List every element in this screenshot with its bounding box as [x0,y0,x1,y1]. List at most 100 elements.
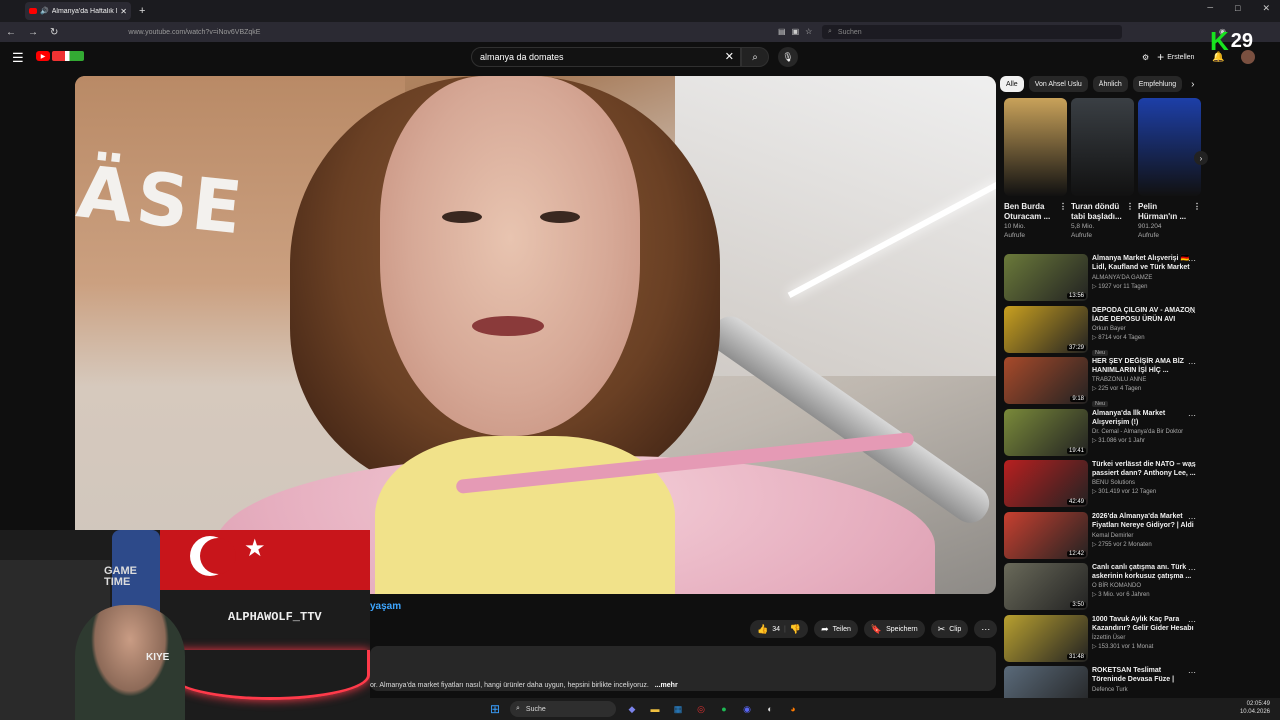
more-actions-button[interactable]: ⋯ [974,620,998,638]
thumbs-down-icon[interactable]: 👎 [790,624,801,635]
video-item-meta: ▷ 1927 vor 11 Tagen [1092,284,1148,290]
more-dots-icon[interactable]: ⋯ [1188,565,1196,574]
maximize-button[interactable]: □ [1235,3,1240,14]
chip-from-channel[interactable]: Von Ahsel Uslu [1028,76,1088,92]
short-item[interactable]: Turan döndü tabi başladı... ⋮ 5,8 Mio. Auf… [1071,98,1134,240]
list-item[interactable]: 37:29 DEPODA ÇILGIN AV - AMAZON İADE DEPO… [1004,305,1196,358]
gear-icon[interactable]: ⚙ [1142,53,1149,62]
more-dots-icon[interactable]: ⋯ [1188,668,1196,677]
more-dots-icon[interactable]: ⋮ [1059,202,1067,221]
more-dots-icon[interactable]: ⋯ [1188,359,1196,368]
list-item[interactable]: 31:48 1000 Tavuk Aylık Kaç Para Kazandırı… [1004,614,1196,667]
more-dots-icon[interactable]: ⋯ [1188,256,1196,265]
video-thumbnail [1004,666,1088,700]
close-window-button[interactable]: ✕ [1262,3,1270,14]
video-person-mouth [472,316,544,336]
clear-search-icon[interactable]: ✕ [725,50,734,63]
more-dots-icon[interactable]: ⋮ [1126,202,1134,221]
screenshot-icon[interactable]: ▣ [792,27,800,36]
video-info: Almanya Market Alışverişi 🇩🇪 Lidl, Kaufl… [1092,254,1196,306]
video-item-title: 2026'da Almanya'da Market Fiyatları Nere… [1092,512,1194,529]
taskbar-apps: ◆ ▬ ▦ ◎ ● ◉ ◐ ◕ [624,701,801,717]
video-item-meta: ▷ 301.419 vor 12 Tagen [1092,489,1157,496]
bookmark-star-icon[interactable]: ☆ [805,27,812,36]
short-item[interactable]: Ben Burda Oturacam ... ⋮ 10 Mio. Aufrufe [1004,98,1067,240]
video-player[interactable]: ÄSE [75,76,996,594]
list-item[interactable]: ROKETSAN Teslimat Töreninde Devasa Füze … [1004,666,1196,700]
reader-icon[interactable]: ▤ [778,27,786,36]
search-input[interactable]: almanya da domates ✕ [471,47,741,67]
search-icon: ⌕ [752,51,758,63]
chip-recommended[interactable]: Empfehlung [1132,76,1183,92]
video-item-meta: ▷ 225 vor 4 Tagen [1092,386,1142,393]
browser-tab[interactable]: 🔊 Almanya'da Haftalık Market ✕ [25,2,131,20]
video-title[interactable]: yaşam [370,601,401,612]
opera-icon[interactable]: ◎ [693,701,709,717]
list-item[interactable]: 9:18 HER ŞEY DEĞİŞİR AMA BİZ HANIMLARIN İ… [1004,357,1196,409]
steam-icon[interactable]: ◐ [762,701,778,717]
clip-button[interactable]: ✂ Clip [930,620,969,638]
more-dots-icon[interactable]: ⋯ [1188,462,1196,471]
video-info: HER ŞEY DEĞİŞİR AMA BİZ HANIMLARIN İŞİ H… [1092,357,1196,409]
store-icon[interactable]: ▦ [670,701,686,717]
video-item-title: ROKETSAN Teslimat Töreninde Devasa Füze … [1092,667,1175,684]
video-actions: 👍 34 | 👎 ➦ Teilen 🔖 Speichern ✂ Clip ⋯ [750,620,998,638]
video-item-channel: Kemal Demirler [1092,532,1134,539]
teams-icon[interactable]: ◆ [624,701,640,717]
forward-icon[interactable]: → [28,27,38,38]
taskbar-search[interactable]: ⌕ Suche [510,701,616,717]
description-text: or. Almanya'da market fiyatları nasıl, h… [370,682,649,689]
firefox-icon[interactable]: ◕ [785,701,801,717]
minimize-button[interactable]: ─ [1207,3,1213,14]
more-dots-icon[interactable]: ⋮ [1193,202,1201,221]
youtube-logo[interactable]: ▶ [36,51,84,61]
clock-time: 02:05:49 [1246,701,1270,707]
discord-icon[interactable]: ◉ [739,701,755,717]
chip-similar[interactable]: Ähnlich [1092,76,1128,92]
like-count: 34 [772,625,781,633]
save-button[interactable]: 🔖 Speichern [863,620,925,638]
back-icon[interactable]: ← [6,27,16,38]
related-video-list: 13:56 Almanya Market Alışverişi 🇩🇪 Lidl, … [1004,254,1196,700]
more-dots-icon[interactable]: ⋯ [1188,411,1196,420]
list-item[interactable]: 12:42 2026'da Almanya'da Market Fiyatları… [1004,511,1196,564]
streamer-webcam: ★ GAME TIME ALPHAWOLF_TTV KIYE [0,530,370,720]
thumbs-up-icon: 👍 [757,623,769,634]
more-dots-icon[interactable]: ⋯ [1188,308,1196,317]
list-item[interactable]: 3:50 Canlı canlı çatışma anı. Türk askeri… [1004,563,1196,615]
like-button[interactable]: 👍 34 | 👎 [750,620,809,638]
new-tab-button[interactable]: + [139,5,145,17]
short-item[interactable]: Pelin Hürman'ın ... ⋮ 901.204 Aufrufe [1138,98,1201,240]
address-bar-row: ← → ↻ www.youtube.com/watch?v=iNov6VBZqk… [0,22,1280,42]
share-button[interactable]: ➦ Teilen [814,620,858,638]
search-query: almanya da domates [480,52,564,62]
show-more-link[interactable]: ...mehr [655,682,678,689]
list-item[interactable]: 19:41 Almanya'da İlk Market Alışverişim (… [1004,408,1196,461]
window-controls: ─ □ ✕ [1207,3,1270,14]
chevron-right-icon[interactable]: › [1191,79,1194,90]
search-button[interactable]: ⌕ [741,47,769,67]
close-tab-icon[interactable]: ✕ [120,7,127,16]
list-item[interactable]: 42:49 Türkei verlässt die NATO – was pass… [1004,460,1196,512]
more-dots-icon[interactable]: ⋯ [1188,617,1196,626]
web-search-field[interactable]: ⌕ Suchen [822,25,1122,39]
microphone-icon: 🎙 [782,51,794,62]
video-thumbnail: 13:56 [1004,254,1088,301]
windows-start-icon[interactable]: ⊞ [490,702,500,716]
description-box[interactable]: or. Almanya'da market fiyatları nasıl, h… [370,646,996,691]
reload-icon[interactable]: ↻ [50,27,58,38]
create-button[interactable]: + Erstellen [1157,50,1194,64]
spotify-icon[interactable]: ● [716,701,732,717]
short-views-unit: Aufrufe [1071,231,1092,239]
menu-icon[interactable]: ☰ [12,50,24,66]
chip-all[interactable]: Alle [1000,76,1024,92]
system-clock[interactable]: 02:05:49 10.04.2026 [1240,701,1270,717]
shorts-next-button[interactable]: › [1194,151,1208,165]
folder-icon[interactable]: ▬ [647,701,663,717]
video-duration: 12:42 [1066,550,1086,557]
voice-search-button[interactable]: 🎙 [778,47,798,67]
video-item-title: Türkei verlässt die NATO – was passiert … [1092,461,1196,478]
list-item[interactable]: 13:56 Almanya Market Alışverişi 🇩🇪 Lidl, … [1004,254,1196,306]
url-field[interactable]: www.youtube.com/watch?v=iNov6VBZqkE [128,29,260,36]
more-dots-icon[interactable]: ⋯ [1188,514,1196,523]
